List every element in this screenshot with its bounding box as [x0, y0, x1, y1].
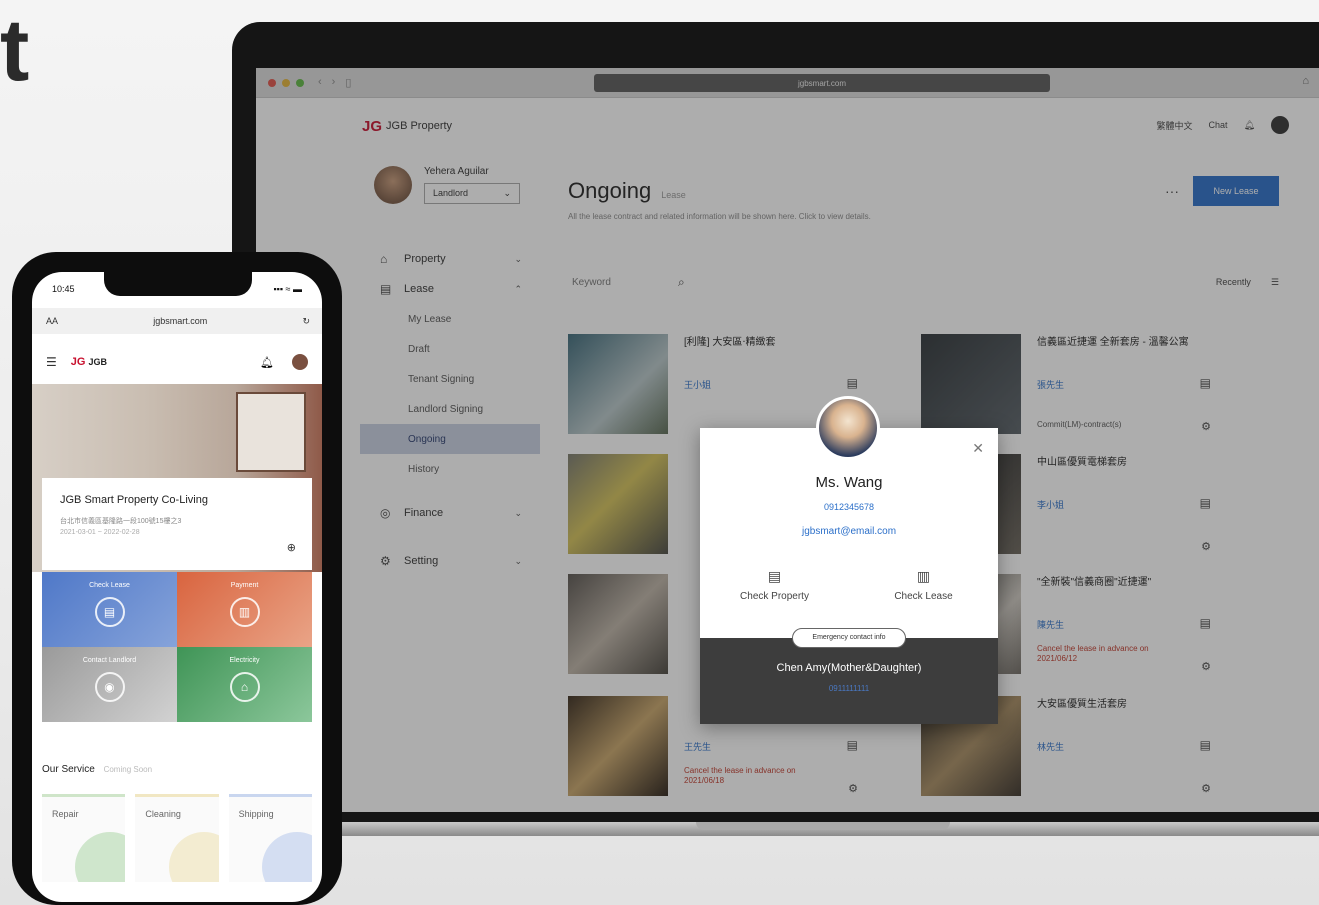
- property-info-card[interactable]: JGB Smart Property Co-Living 台北市信義區基隆路一段…: [42, 478, 312, 570]
- phone-notch: [104, 272, 252, 296]
- service-label: Cleaning: [145, 809, 181, 819]
- tile-payment[interactable]: Payment ▥: [177, 572, 312, 647]
- popup-actions: ▤ Check Property ▥ Check Lease: [700, 568, 998, 602]
- lease-period: 2021-03-01 ~ 2022-02-28: [60, 529, 140, 536]
- check-property-label: Check Property: [740, 591, 809, 602]
- emergency-contact-phone[interactable]: 0911111111: [700, 684, 998, 693]
- check-lease-label: Check Lease: [894, 591, 953, 602]
- lease-icon: ▥: [916, 568, 931, 584]
- tile-label: Check Lease: [89, 582, 130, 589]
- hamburger-icon[interactable]: ☰: [46, 355, 57, 369]
- tenant-name: Ms. Wang: [815, 474, 883, 491]
- service-decoration: [75, 832, 126, 882]
- tile-check-lease[interactable]: Check Lease ▤: [42, 572, 177, 647]
- service-decoration: [261, 832, 312, 882]
- emergency-contact-panel: Chen Amy(Mother&Daughter) 0911111111: [700, 638, 998, 724]
- emergency-contact-name: Chen Amy(Mother&Daughter): [776, 662, 922, 674]
- close-icon[interactable]: ✕: [972, 440, 984, 457]
- service-section-title: Our Service Coming Soon: [42, 764, 152, 775]
- status-time: 10:45: [52, 284, 75, 294]
- phone-frame: 10:45 ▪▪▪ ≈ ▬ AA jgbsmart.com ↻ ☰ JG JGB…: [12, 252, 342, 905]
- service-list: Repair Cleaning Shipping: [42, 794, 312, 882]
- section-subtitle: Coming Soon: [103, 765, 153, 774]
- tenant-contact-popup: ✕ Ms. Wang 0912345678 jgbsmart@email.com…: [700, 396, 998, 724]
- mobile-logo[interactable]: JG JGB: [71, 356, 107, 368]
- mobile-logo-mark: JG: [70, 356, 86, 368]
- service-label: Shipping: [238, 809, 274, 819]
- home-icon: ⌂: [229, 672, 260, 702]
- service-decoration: [168, 832, 219, 882]
- reload-icon[interactable]: ↻: [302, 316, 310, 327]
- laptop-notch: [696, 822, 950, 830]
- tile-contact-landlord[interactable]: Contact Landlord ◉: [42, 647, 177, 722]
- mobile-url[interactable]: jgbsmart.com: [58, 316, 302, 326]
- quick-action-grid: Check Lease ▤ Payment ▥ Contact Landlord…: [42, 572, 312, 722]
- document-icon: ▤: [767, 568, 782, 584]
- tenant-phone[interactable]: 0912345678: [700, 502, 998, 512]
- info-icon[interactable]: ⊕: [287, 541, 296, 554]
- bell-icon[interactable]: 🔔︎: [260, 356, 274, 369]
- laptop-screen: ‹ › ▯ jgbsmart.com ⌂ JG JGB Property 繁體中…: [256, 68, 1319, 812]
- avatar[interactable]: [292, 354, 308, 370]
- check-property-button[interactable]: ▤ Check Property: [700, 568, 849, 602]
- hero-window: [236, 392, 306, 472]
- text-size-button[interactable]: AA: [46, 316, 58, 326]
- mobile-nav: ☰ JG JGB 🔔︎: [32, 342, 322, 382]
- wallet-icon: ▥: [229, 597, 260, 627]
- property-address: 台北市信義區基隆路一段100號15樓之3: [60, 518, 182, 525]
- mobile-address-bar[interactable]: AA jgbsmart.com ↻: [32, 308, 322, 334]
- hero-heading-fragment: t: [0, 0, 29, 99]
- tile-label: Payment: [230, 582, 259, 589]
- laptop-frame: ‹ › ▯ jgbsmart.com ⌂ JG JGB Property 繁體中…: [232, 22, 1319, 822]
- property-name: JGB Smart Property Co-Living: [60, 494, 208, 506]
- service-shipping[interactable]: Shipping: [228, 794, 312, 882]
- document-icon: ▤: [94, 597, 125, 627]
- status-icons: ▪▪▪ ≈ ▬: [273, 284, 302, 294]
- tenant-email[interactable]: jgbsmart@email.com: [700, 526, 998, 537]
- section-title: Our Service: [42, 764, 95, 775]
- service-label: Repair: [52, 809, 79, 819]
- emergency-contact-chip[interactable]: Emergency contact info: [792, 628, 906, 648]
- tenant-avatar: [816, 396, 880, 460]
- chat-icon: ◉: [94, 672, 125, 702]
- check-lease-button[interactable]: ▥ Check Lease: [849, 568, 998, 602]
- tile-label: Electricity: [229, 657, 260, 664]
- tile-label: Contact Landlord: [82, 657, 137, 664]
- service-cleaning[interactable]: Cleaning: [135, 794, 219, 882]
- phone-screen: 10:45 ▪▪▪ ≈ ▬ AA jgbsmart.com ↻ ☰ JG JGB…: [32, 272, 322, 902]
- service-repair[interactable]: Repair: [42, 794, 126, 882]
- tile-electricity[interactable]: Electricity ⌂: [177, 647, 312, 722]
- mobile-logo-text: JGB: [88, 357, 108, 367]
